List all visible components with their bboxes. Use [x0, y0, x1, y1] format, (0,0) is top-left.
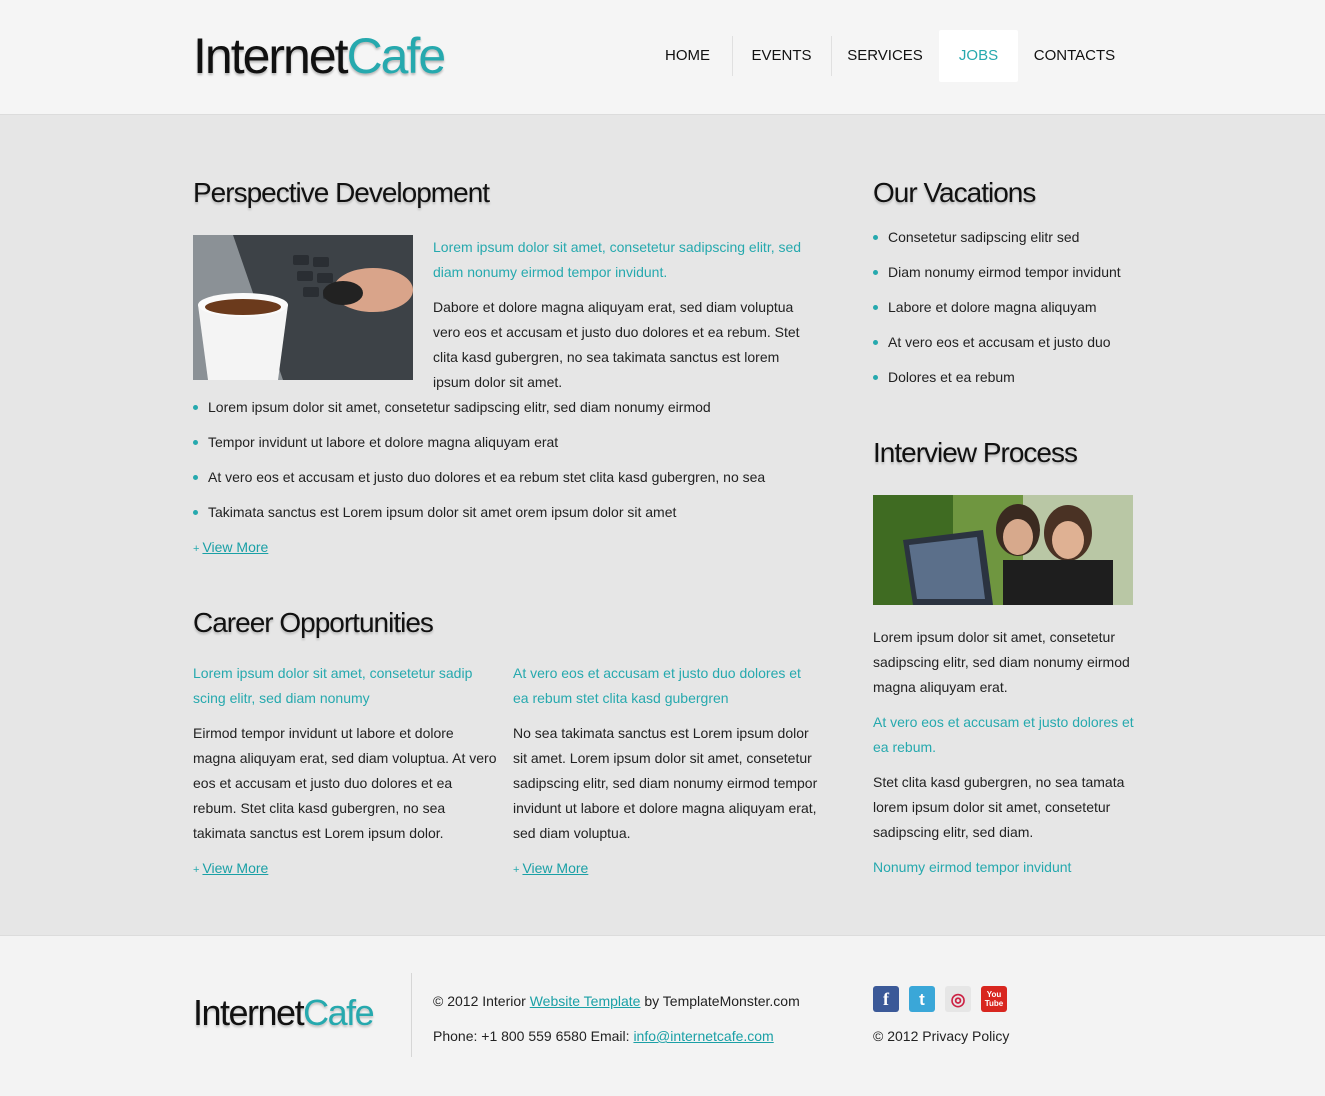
interview-title: Interview Process — [873, 437, 1078, 468]
email-link[interactable]: info@internetcafe.com — [633, 1028, 773, 1044]
footer-logo-internet: Internet — [193, 992, 305, 1033]
list-item: At vero eos et accusam et justo duo dolo… — [193, 460, 765, 495]
nav-item-jobs[interactable]: JOBS — [939, 30, 1018, 82]
view-more-link[interactable]: View More — [522, 860, 588, 876]
view-more-link[interactable]: View More — [202, 860, 268, 876]
career-col2-lead: At vero eos et accusam et justo duo dolo… — [513, 665, 801, 706]
picasa-icon[interactable]: ◎ — [945, 986, 971, 1012]
perspective-lead: Lorem ipsum dolor sit amet, consetetur s… — [433, 239, 802, 280]
perspective-view-more: + View More — [193, 537, 268, 559]
interview-paragraph-2: At vero eos et accusam et justo dolores … — [873, 714, 1134, 755]
career-col1-view-more: + View More — [193, 858, 268, 880]
footer-logo[interactable]: InternetCafe — [193, 991, 375, 1035]
main-nav: HOME EVENTS SERVICES JOBS CONTACTS — [643, 30, 1131, 82]
nav-item-events[interactable]: EVENTS — [732, 30, 831, 82]
site-header: InternetCafe HOME EVENTS SERVICES JOBS C… — [0, 0, 1325, 115]
plus-icon: + — [193, 864, 200, 876]
footer-divider — [411, 973, 412, 1057]
nav-item-home[interactable]: HOME — [643, 30, 732, 82]
list-item: Takimata sanctus est Lorem ipsum dolor s… — [193, 495, 765, 530]
career-col2-body: No sea takimata sanctus est Lorem ipsum … — [513, 725, 818, 841]
perspective-title: Perspective Development — [193, 177, 490, 208]
list-item: Lorem ipsum dolor sit amet, consetetur s… — [193, 390, 765, 425]
bullet-icon — [873, 340, 878, 345]
vacations-title: Our Vacations — [873, 177, 1036, 208]
footer-copyright: © 2012 Interior Website Template by Temp… — [433, 993, 800, 1009]
view-more-link[interactable]: View More — [202, 539, 268, 555]
list-item: Dolores et ea rebum — [873, 360, 1121, 395]
twitter-icon[interactable]: t — [909, 986, 935, 1012]
website-template-link[interactable]: Website Template — [530, 993, 641, 1009]
youtube-icon[interactable]: You Tube — [981, 986, 1007, 1012]
plus-icon: + — [193, 543, 200, 555]
coffee-laptop-image — [193, 235, 413, 380]
list-item: Consetetur sadipscing elitr sed — [873, 220, 1121, 255]
footer-logo-cafe: Cafe — [303, 992, 375, 1033]
bullet-icon — [873, 270, 878, 275]
people-laptop-image — [873, 495, 1133, 605]
list-item: At vero eos et accusam et justo duo — [873, 325, 1121, 360]
perspective-bullet-list: Lorem ipsum dolor sit amet, consetetur s… — [193, 390, 765, 530]
logo-text-cafe: Cafe — [346, 28, 447, 84]
bullet-icon — [193, 440, 198, 445]
bullet-icon — [873, 375, 878, 380]
bullet-icon — [193, 510, 198, 515]
footer-contact: Phone: +1 800 559 6580 Email: info@inter… — [433, 1028, 774, 1044]
main-content: Perspective Development Lorem ipsum dolo… — [0, 115, 1325, 935]
list-item: Tempor invidunt ut labore et dolore magn… — [193, 425, 765, 460]
nav-item-services[interactable]: SERVICES — [831, 30, 939, 82]
career-title: Career Opportunities — [193, 607, 434, 638]
career-col1-body: Eirmod tempor invidunt ut labore et dolo… — [193, 725, 497, 841]
bullet-icon — [873, 235, 878, 240]
interview-paragraph-1: Lorem ipsum dolor sit amet, consetetur s… — [873, 629, 1130, 695]
site-logo[interactable]: InternetCafe — [193, 26, 447, 86]
list-item: Diam nonumy eirmod tempor invidunt — [873, 255, 1121, 290]
social-links: f t ◎ You Tube — [873, 986, 1007, 1012]
interview-paragraph-3: Stet clita kasd gubergren, no sea tamata… — [873, 774, 1125, 840]
nav-item-contacts[interactable]: CONTACTS — [1018, 30, 1131, 82]
interview-paragraph-4: Nonumy eirmod tempor invidunt — [873, 859, 1072, 875]
bullet-icon — [873, 305, 878, 310]
facebook-icon[interactable]: f — [873, 986, 899, 1012]
perspective-body: Dabore et dolore magna aliquyam erat, se… — [433, 299, 800, 390]
list-item: Labore et dolore magna aliquyam — [873, 290, 1121, 325]
plus-icon: + — [513, 864, 520, 876]
vacations-list: Consetetur sadipscing elitr sed Diam non… — [873, 220, 1121, 395]
career-col1-lead: Lorem ipsum dolor sit amet, consetetur s… — [193, 665, 473, 706]
logo-text-internet: Internet — [193, 28, 349, 84]
bullet-icon — [193, 405, 198, 410]
career-col2-view-more: + View More — [513, 858, 588, 880]
site-footer: InternetCafe © 2012 Interior Website Tem… — [0, 935, 1325, 1096]
privacy-policy-link[interactable]: © 2012 Privacy Policy — [873, 1026, 1009, 1046]
bullet-icon — [193, 475, 198, 480]
